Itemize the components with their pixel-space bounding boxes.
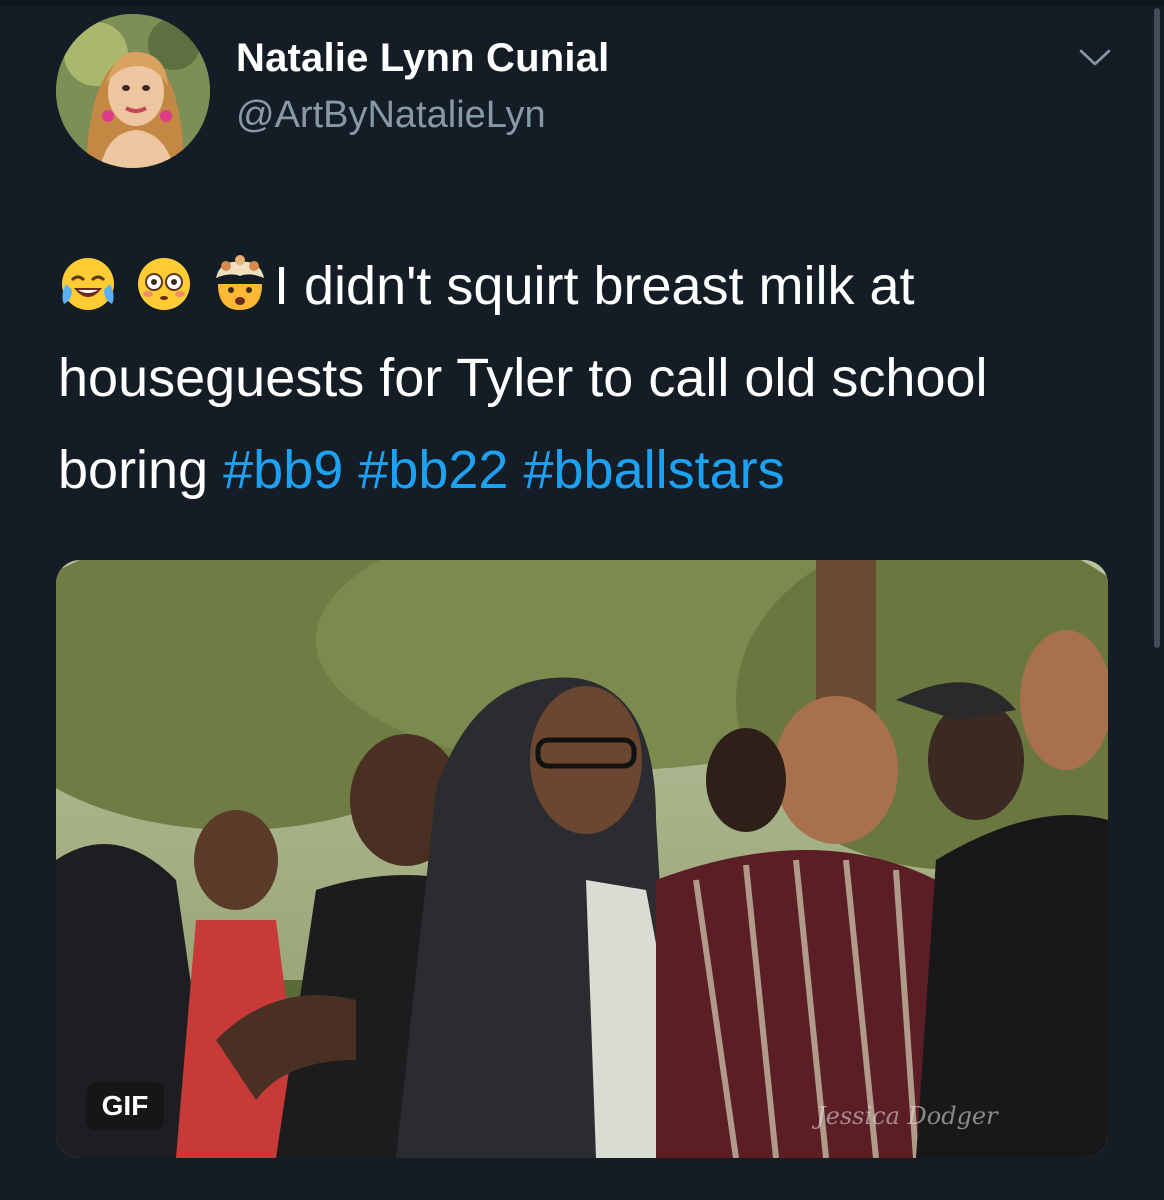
flushed-face-icon <box>134 250 194 310</box>
chevron-down-icon[interactable] <box>1076 44 1114 72</box>
scrollbar[interactable] <box>1154 8 1160 648</box>
tweet-text: I didn't squirt breast milk at housegues… <box>58 240 1118 516</box>
hashtag-bballstars[interactable]: #bballstars <box>523 440 784 500</box>
top-bar <box>0 0 1164 6</box>
gif-media[interactable] <box>56 560 1108 1158</box>
face-with-tears-of-joy-icon <box>58 250 118 310</box>
exploding-head-icon <box>210 250 270 310</box>
gif-image <box>56 560 1108 1158</box>
hashtag-bb22[interactable]: #bb22 <box>358 440 508 500</box>
avatar[interactable] <box>56 14 210 168</box>
avatar-photo <box>56 14 210 168</box>
gif-badge: GIF <box>86 1082 164 1130</box>
user-handle[interactable]: @ArtByNatalieLyn <box>236 94 546 137</box>
hashtag-bb9[interactable]: #bb9 <box>223 440 343 500</box>
watermark: Jessica Dodger <box>816 1102 998 1130</box>
display-name[interactable]: Natalie Lynn Cunial <box>236 36 610 81</box>
